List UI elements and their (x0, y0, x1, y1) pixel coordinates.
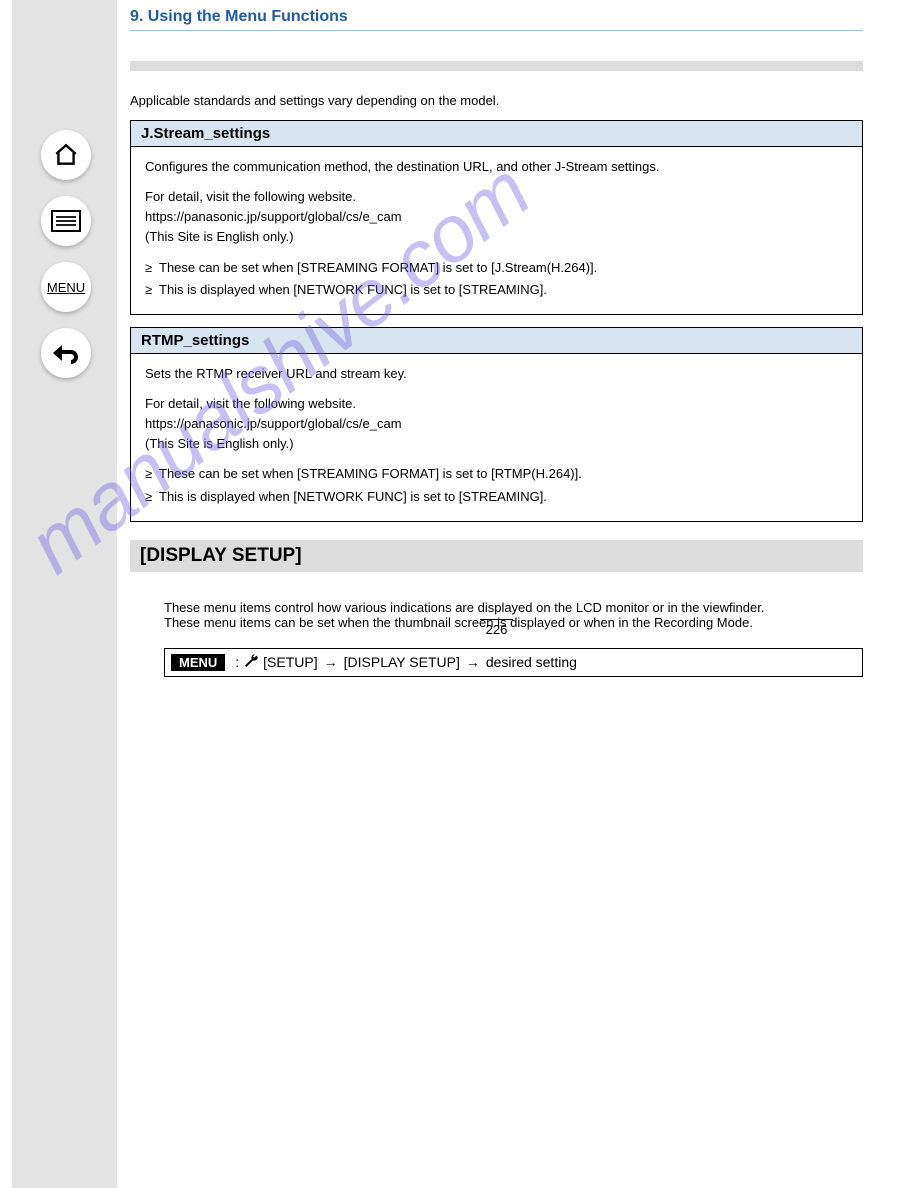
menu-button-label: MENU (47, 280, 85, 295)
jstream-bullet-2: This is displayed when [NETWORK FUNC] is… (159, 280, 547, 300)
jstream-box: J.Stream_settings Configures the communi… (130, 120, 863, 315)
rtmp-bullet-2: This is displayed when [NETWORK FUNC] is… (159, 487, 547, 507)
arrow-2: → (466, 654, 480, 670)
jstream-hint: For detail, visit the following website. (145, 187, 848, 207)
menu-tag: MENU (171, 654, 225, 671)
jstream-bullet-1: These can be set when [STREAMING FORMAT]… (159, 258, 597, 278)
rtmp-box: RTMP_settings Sets the RTMP receiver URL… (130, 327, 863, 522)
rtmp-title: RTMP_settings (131, 328, 862, 354)
menu-desired: desired setting (486, 654, 577, 670)
jstream-desc: Configures the communication method, the… (145, 157, 848, 177)
jstream-body: Configures the communication method, the… (131, 147, 862, 314)
rtmp-bullets: ≥These can be set when [STREAMING FORMAT… (145, 464, 848, 506)
jstream-note: (This Site is English only.) (145, 227, 848, 247)
arrow-1: → (324, 654, 338, 670)
gray-band-top (130, 61, 863, 71)
list-button[interactable] (41, 196, 91, 246)
rtmp-url[interactable]: https://panasonic.jp/support/global/cs/e… (145, 414, 848, 434)
wrench-icon (243, 653, 259, 672)
list-icon (51, 210, 81, 232)
header-rule (130, 30, 863, 31)
menu-colon: : (235, 654, 239, 670)
page-section-header: 9. Using the Menu Functions (130, 0, 863, 26)
sidebar: MENU (12, 0, 117, 1188)
rtmp-desc: Sets the RTMP receiver URL and stream ke… (145, 364, 848, 384)
menu-setup: [SETUP] (263, 654, 317, 670)
back-button[interactable] (41, 328, 91, 378)
rtmp-bullet-1: These can be set when [STREAMING FORMAT]… (159, 464, 582, 484)
rtmp-note: (This Site is English only.) (145, 434, 848, 454)
rtmp-hint: For detail, visit the following website. (145, 394, 848, 414)
jstream-bullets: ≥These can be set when [STREAMING FORMAT… (145, 258, 848, 300)
rtmp-body: Sets the RTMP receiver URL and stream ke… (131, 354, 862, 521)
menu-button[interactable]: MENU (41, 262, 91, 312)
jstream-title: J.Stream_settings (131, 121, 862, 147)
home-button[interactable] (41, 130, 91, 180)
menu-path-bar: MENU : [SETUP] → [DISPLAY SETUP] → desir… (164, 648, 863, 677)
menu-display-setup: [DISPLAY SETUP] (344, 654, 460, 670)
display-subsection: These menu items control how various ind… (164, 600, 863, 677)
intro-text: Applicable standards and settings vary d… (130, 93, 863, 108)
content-area: 9. Using the Menu Functions Applicable s… (130, 0, 863, 677)
back-icon (51, 341, 81, 365)
section-title: Using the Menu Functions (148, 8, 348, 25)
jstream-url[interactable]: https://panasonic.jp/support/global/cs/e… (145, 207, 848, 227)
section-number: 9. (130, 8, 143, 25)
home-icon (53, 142, 79, 168)
page-number: 226 (130, 619, 863, 637)
display-setup-heading: [DISPLAY SETUP] (130, 540, 863, 572)
